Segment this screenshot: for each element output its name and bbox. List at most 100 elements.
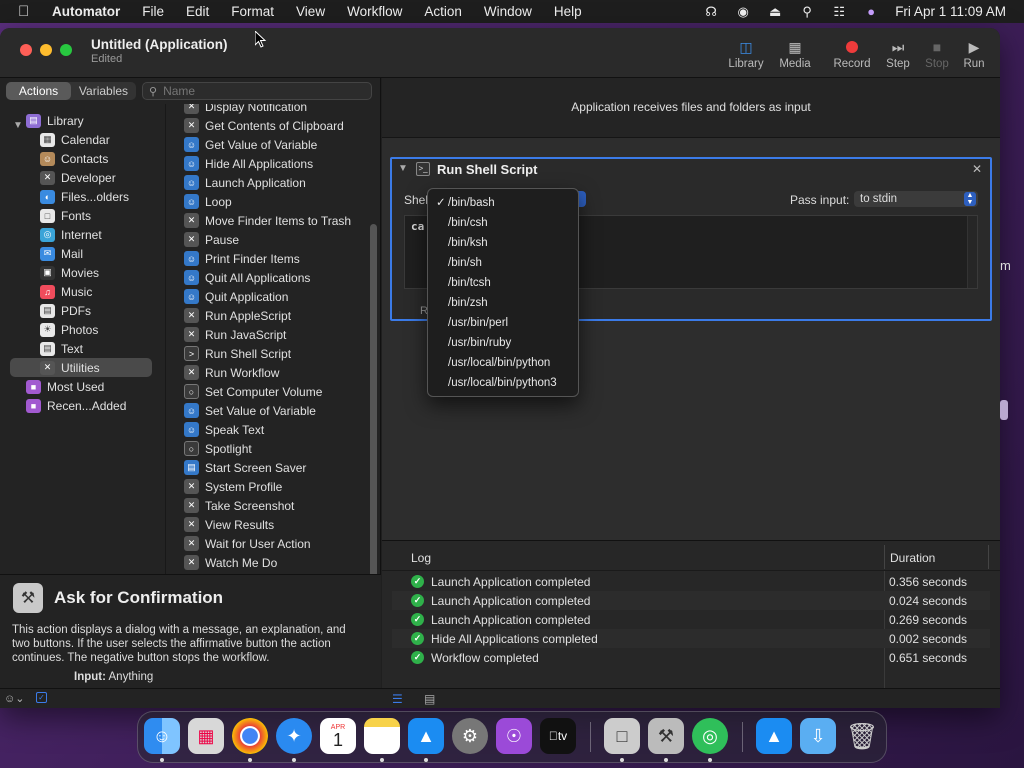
shell-option[interactable]: /usr/local/bin/python <box>428 353 578 373</box>
menu-view[interactable]: View <box>296 4 325 19</box>
action-item[interactable]: ☺ Speak Text <box>184 420 264 439</box>
duration-column-header[interactable]: Duration <box>890 551 935 565</box>
menu-action[interactable]: Action <box>424 4 462 19</box>
checkbox-icon[interactable]: ✓ <box>36 692 47 703</box>
action-item[interactable]: ✕ Take Screenshot <box>184 496 294 515</box>
log-row[interactable]: ✓ Launch Application completed 0.356 secon… <box>392 572 990 591</box>
sidebar-item-pdfs[interactable]: ▤ PDFs <box>40 301 91 320</box>
menu-edit[interactable]: Edit <box>186 4 209 19</box>
action-item[interactable]: ○ Set Computer Volume <box>184 382 322 401</box>
user-icon[interactable]: ◉ <box>735 4 751 19</box>
record-button[interactable]: Record <box>830 36 874 70</box>
shell-option[interactable]: /bin/tcsh <box>428 273 578 293</box>
antenna-icon[interactable]: ☊ <box>703 4 719 19</box>
log-row[interactable]: ✓ Launch Application completed 0.269 secon… <box>392 610 990 629</box>
action-item[interactable]: ☺ Print Finder Items <box>184 249 300 268</box>
sidebar-item-utilities[interactable]: ✕ Utilities <box>10 358 152 377</box>
log-row[interactable]: ✓ Hide All Applications completed 0.002 se… <box>392 629 990 648</box>
automator-icon[interactable]: ⚒ <box>648 718 684 754</box>
preview-icon[interactable]: □ <box>604 718 640 754</box>
action-item[interactable]: ✕ Get Contents of Clipboard <box>184 116 344 135</box>
editor-scrollbar[interactable] <box>967 216 977 288</box>
podcasts-icon[interactable]: ☉ <box>496 718 532 754</box>
action-item[interactable]: ▤ Start Screen Saver <box>184 458 306 477</box>
calendar-icon[interactable]: APR 1 <box>320 718 356 754</box>
action-item[interactable]: ✕ Run Workflow <box>184 363 279 382</box>
action-item[interactable]: ✕ Watch Me Do <box>184 553 277 572</box>
action-item[interactable]: ☺ Quit All Applications <box>184 268 310 287</box>
library-button[interactable]: ◫ Library <box>724 36 768 71</box>
sidebar-item-most-used[interactable]: ■ Most Used <box>26 377 104 396</box>
zoom-window-button[interactable] <box>60 44 72 56</box>
sidebar-item-photos[interactable]: ☀ Photos <box>40 320 98 339</box>
control-center-icon[interactable]: ☷ <box>831 4 847 19</box>
sidebar-item-movies[interactable]: ▣ Movies <box>40 263 99 282</box>
collapse-chevron-icon[interactable]: ▼ <box>398 163 408 174</box>
media-button[interactable]: ▦ Media <box>773 36 817 71</box>
shell-option[interactable]: /bin/ksh <box>428 233 578 253</box>
shell-option[interactable]: /bin/sh <box>428 253 578 273</box>
launchpad-icon[interactable]: ▦ <box>188 718 224 754</box>
action-item[interactable]: ✕ System Profile <box>184 477 282 496</box>
pass-input-popup[interactable]: to stdin ▲ ▼ <box>854 191 978 207</box>
action-item[interactable]: ✕ Run JavaScript <box>184 325 286 344</box>
shell-option[interactable]: /usr/local/bin/python3 <box>428 373 578 393</box>
find-my-icon[interactable]: ◎ <box>692 718 728 754</box>
smiley-menu-icon[interactable]: ☺⌄ <box>4 692 24 705</box>
column-view-icon[interactable]: ▤ <box>424 692 435 706</box>
action-item[interactable]: ✕ Wait for User Action <box>184 534 311 553</box>
sidebar-item-recen-added[interactable]: ■ Recen...Added <box>26 396 126 415</box>
sidebar-item-fonts[interactable]: □ Fonts <box>40 206 91 225</box>
close-window-button[interactable] <box>20 44 32 56</box>
notes-icon[interactable] <box>364 718 400 754</box>
menu-app-name[interactable]: Automator <box>52 4 120 19</box>
search-field[interactable]: ⚲ <box>142 82 372 100</box>
run-button[interactable]: ▶ Run <box>952 36 996 71</box>
shell-option[interactable]: /bin/zsh <box>428 293 578 313</box>
sidebar-item-text[interactable]: ▤ Text <box>40 339 83 358</box>
minimize-window-button[interactable] <box>40 44 52 56</box>
trash-icon[interactable]: 🗑 <box>844 718 880 754</box>
sidebar-item-contacts[interactable]: ☺ Contacts <box>40 149 108 168</box>
close-action-icon[interactable]: ✕ <box>972 162 982 176</box>
action-item[interactable]: ☺ Set Value of Variable <box>184 401 316 420</box>
action-item[interactable]: ☺ Hide All Applications <box>184 154 313 173</box>
menu-workflow[interactable]: Workflow <box>347 4 402 19</box>
action-item[interactable]: ☺ Quit Application <box>184 287 288 306</box>
app-store-folder-icon[interactable]: ▲ <box>756 718 792 754</box>
apple-menu-icon[interactable]:  <box>18 3 34 20</box>
tab-variables[interactable]: Variables <box>71 82 136 100</box>
app-store-icon[interactable]: ▲ <box>408 718 444 754</box>
finder-icon[interactable]: ☺ <box>144 718 180 754</box>
tab-actions[interactable]: Actions <box>6 82 71 100</box>
eject-icon[interactable]: ⏏ <box>767 4 783 19</box>
safari-icon[interactable]: ✦ <box>276 718 312 754</box>
log-row[interactable]: ✓ Launch Application completed 0.024 secon… <box>392 591 990 610</box>
menu-help[interactable]: Help <box>554 4 582 19</box>
log-column-header[interactable]: Log <box>411 551 431 565</box>
shell-option[interactable]: /usr/bin/perl <box>428 313 578 333</box>
action-item[interactable]: ✕ Run AppleScript <box>184 306 291 325</box>
disclosure-triangle-icon[interactable]: ▼ <box>13 120 23 131</box>
search-icon[interactable]: ⚲ <box>799 4 815 19</box>
sidebar-item-mail[interactable]: ✉ Mail <box>40 244 83 263</box>
menu-clock[interactable]: Fri Apr 1 11:09 AM <box>895 4 1006 19</box>
siri-icon[interactable]: ● <box>863 4 879 19</box>
action-item[interactable]: ✕ Pause <box>184 230 239 249</box>
shell-option[interactable]: ✓/bin/bash <box>428 193 578 213</box>
action-item[interactable]: ○ Spotlight <box>184 439 252 458</box>
action-item[interactable]: ✕ Move Finder Items to Trash <box>184 211 351 230</box>
log-row[interactable]: ✓ Workflow completed 0.651 seconds <box>392 648 990 667</box>
menu-file[interactable]: File <box>142 4 164 19</box>
sidebar-item-library[interactable]: ▤ Library <box>26 111 84 130</box>
shell-option[interactable]: /usr/bin/ruby <box>428 333 578 353</box>
list-view-icon[interactable]: ☰ <box>392 692 403 706</box>
action-item[interactable]: ☺ Loop <box>184 192 232 211</box>
search-input[interactable] <box>163 84 354 98</box>
apple-tv-icon[interactable]: tv <box>540 718 576 754</box>
sidebar-item-developer[interactable]: ✕ Developer <box>40 168 116 187</box>
actions-scrollbar[interactable] <box>370 104 377 684</box>
action-item[interactable]: ☺ Get Value of Variable <box>184 135 317 154</box>
system-preferences-icon[interactable]: ⚙ <box>452 718 488 754</box>
shell-option[interactable]: /bin/csh <box>428 213 578 233</box>
